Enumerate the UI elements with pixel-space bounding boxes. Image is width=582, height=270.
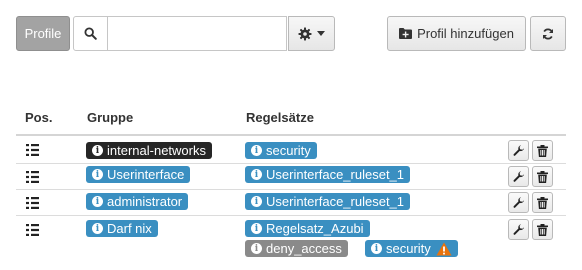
warning-icon [436, 242, 452, 255]
table-row: i internal-networks i security [16, 136, 566, 163]
group-tag-label: Darf nix [107, 221, 152, 236]
column-header-gruppe: Gruppe [87, 110, 134, 125]
info-icon: i [92, 196, 103, 207]
ruleset-tag-label: security [386, 241, 431, 256]
drag-handle-icon[interactable] [26, 224, 40, 236]
wrench-icon [512, 196, 524, 208]
profile-button-label: Profile [24, 26, 62, 41]
trash-icon [537, 170, 548, 183]
edit-button[interactable] [508, 140, 529, 161]
group-tag[interactable]: i Userinterface [86, 166, 191, 183]
profile-button[interactable]: Profile [16, 16, 70, 51]
info-icon: i [251, 223, 262, 234]
ruleset-tag[interactable]: i Userinterface_ruleset_1 [245, 166, 411, 183]
trash-icon [537, 144, 548, 157]
edit-button[interactable] [508, 219, 529, 240]
group-tag-label: Userinterface [107, 167, 185, 182]
table-row: i Userinterface i Userinterface_ruleset_… [16, 163, 566, 190]
drag-handle-icon[interactable] [26, 144, 40, 156]
ruleset-tag[interactable]: i deny_access [245, 240, 348, 257]
drag-handle-icon[interactable] [26, 171, 40, 183]
table-row: i Darf nix i Regelsatz_Azubi i deny_acce… [16, 215, 566, 265]
trash-icon [537, 223, 548, 236]
group-tag[interactable]: i administrator [86, 193, 189, 210]
folder-plus-icon [399, 28, 413, 39]
refresh-button[interactable] [530, 16, 566, 51]
info-icon: i [251, 145, 262, 156]
ruleset-tag[interactable]: i Regelsatz_Azubi [245, 220, 370, 237]
column-header-pos: Pos. [25, 110, 53, 125]
ruleset-tag-label: security [266, 143, 311, 158]
trash-icon [537, 196, 548, 209]
ruleset-tag[interactable]: i Userinterface_ruleset_1 [245, 193, 411, 210]
search-input[interactable] [107, 16, 287, 51]
drag-handle-icon[interactable] [26, 197, 40, 209]
group-tag[interactable]: i Darf nix [86, 220, 158, 237]
add-profile-button[interactable]: Profil hinzufügen [387, 16, 526, 51]
refresh-icon [543, 27, 553, 40]
edit-button[interactable] [508, 166, 529, 187]
edit-button[interactable] [508, 192, 529, 213]
ruleset-tag[interactable]: i security [365, 240, 458, 257]
ruleset-tag-label: Userinterface_ruleset_1 [266, 167, 405, 182]
group-tag-label: internal-networks [107, 143, 206, 158]
gear-icon [298, 27, 312, 40]
info-icon: i [371, 243, 382, 254]
ruleset-tag-label: deny_access [266, 241, 342, 256]
wrench-icon [512, 170, 524, 182]
add-profile-label: Profil hinzufügen [417, 26, 514, 41]
group-tag[interactable]: i internal-networks [86, 142, 212, 159]
ruleset-tag-label: Regelsatz_Azubi [266, 221, 364, 236]
info-icon: i [92, 223, 103, 234]
column-header-regelsaetze: Regelsätze [246, 110, 314, 125]
search-icon [84, 27, 97, 40]
group-tag-label: administrator [107, 194, 183, 209]
delete-button[interactable] [532, 166, 553, 187]
info-icon: i [251, 169, 262, 180]
search-addon [73, 16, 108, 51]
delete-button[interactable] [532, 219, 553, 240]
table-row: i administrator i Userinterface_ruleset_… [16, 189, 566, 216]
info-icon: i [92, 169, 103, 180]
info-icon: i [92, 145, 103, 156]
delete-button[interactable] [532, 140, 553, 161]
ruleset-tag-label: Userinterface_ruleset_1 [266, 194, 405, 209]
info-icon: i [251, 243, 262, 254]
wrench-icon [512, 144, 524, 156]
settings-dropdown-button[interactable] [288, 16, 335, 51]
caret-down-icon [317, 31, 325, 36]
delete-button[interactable] [532, 192, 553, 213]
ruleset-tag[interactable]: i security [245, 142, 317, 159]
wrench-icon [512, 223, 524, 235]
info-icon: i [251, 196, 262, 207]
